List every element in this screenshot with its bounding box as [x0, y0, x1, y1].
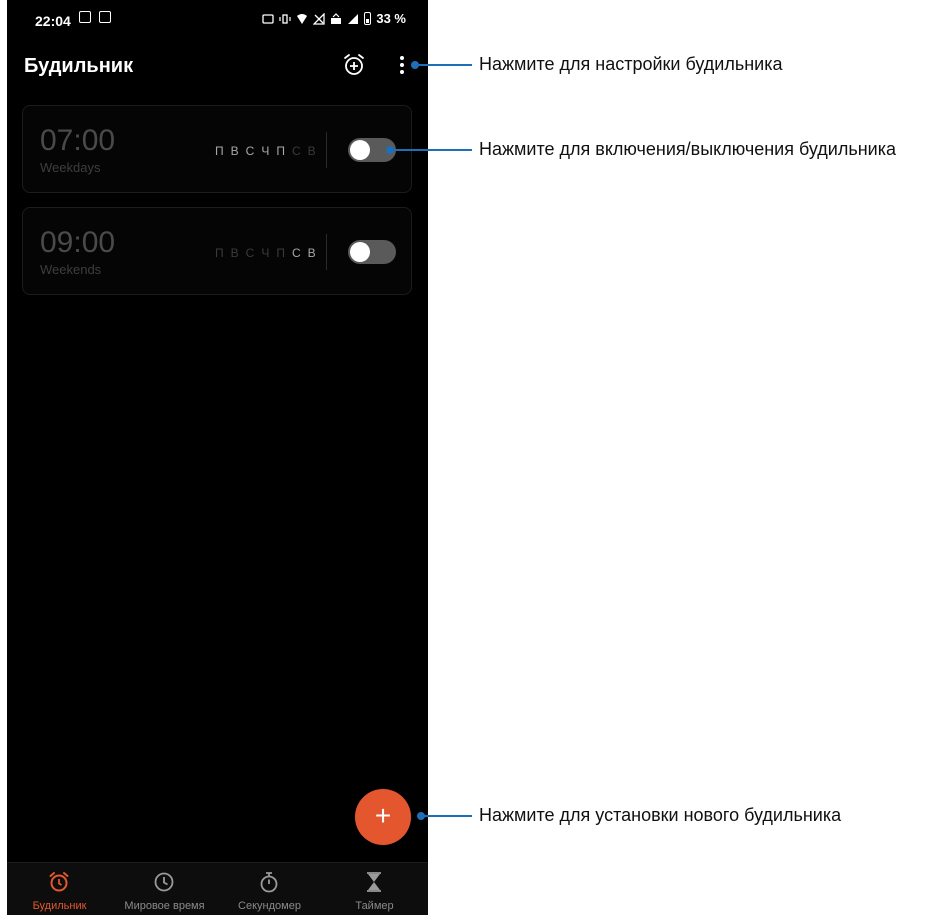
alarm-time: 07:00: [40, 124, 116, 157]
day-fri: П: [276, 144, 285, 158]
hourglass-icon: [367, 872, 381, 892]
tab-timer[interactable]: Таймер: [322, 863, 427, 915]
tab-label: Будильник: [32, 900, 87, 912]
screenshot-notification-icon: [79, 11, 91, 23]
battery-percent: 33 %: [376, 11, 406, 26]
tab-label: Мировое время: [124, 900, 205, 912]
day-thu: Ч: [261, 246, 270, 260]
image-notification-icon: [99, 11, 111, 23]
lte-icon: [331, 12, 342, 24]
page-title: Будильник: [24, 55, 134, 77]
day-mon: П: [215, 144, 224, 158]
status-bar: 22:04 33 %: [7, 0, 428, 38]
day-sun: В: [307, 144, 316, 158]
day-sat: С: [291, 144, 301, 158]
day-thu: Ч: [261, 144, 270, 158]
day-wed: С: [245, 144, 255, 158]
signal-off-icon: [313, 12, 326, 25]
vibrate-icon: [279, 13, 291, 24]
add-alarm-icon[interactable]: [341, 52, 367, 78]
more-options-icon[interactable]: [396, 53, 408, 77]
alarm-icon: [49, 872, 69, 892]
callout-line: [392, 149, 472, 151]
alarm-time: 09:00: [40, 226, 116, 259]
callout-new-alarm: Нажмите для установки нового будильника: [479, 805, 842, 825]
day-tue: В: [230, 246, 239, 260]
add-alarm-button[interactable]: +: [355, 789, 411, 845]
cellular-signal-icon: [348, 13, 359, 24]
tab-label: Секундомер: [238, 900, 301, 912]
divider: [326, 234, 327, 270]
callout-toggle: Нажмите для включения/выключения будильн…: [479, 139, 897, 159]
alarm-label: Weekdays: [40, 160, 101, 175]
stopwatch-icon: [260, 872, 278, 893]
nfc-icon: [262, 13, 275, 24]
battery-icon: [364, 12, 372, 25]
tab-alarm[interactable]: Будильник: [7, 863, 112, 915]
wifi-icon: [297, 13, 308, 24]
alarm-label: Weekends: [40, 262, 102, 277]
alarm-card[interactable]: 07:00 Weekdays П В С Ч П С В: [22, 105, 412, 193]
alarm-card[interactable]: 09:00 Weekends П В С Ч П С В: [22, 207, 412, 295]
alarm-days: П В С Ч П С В: [215, 144, 316, 158]
tab-world-clock[interactable]: Мировое время: [112, 863, 217, 915]
phone-screen: 22:04 33 % Будильник 07:00 Weekdays П В …: [7, 0, 428, 915]
day-sun: В: [307, 246, 316, 260]
day-sat: С: [291, 246, 301, 260]
day-tue: В: [230, 144, 239, 158]
alarm-toggle[interactable]: [348, 240, 396, 264]
clock-icon: [154, 872, 174, 892]
day-mon: П: [215, 246, 224, 260]
callout-line: [416, 64, 472, 66]
bottom-navigation: Будильник Мировое время Секундомер Тайме…: [7, 862, 428, 915]
tab-stopwatch[interactable]: Секундомер: [217, 863, 322, 915]
tab-label: Таймер: [355, 900, 394, 912]
alarm-days: П В С Ч П С В: [215, 246, 316, 260]
divider: [326, 132, 327, 168]
day-fri: П: [276, 246, 285, 260]
day-wed: С: [245, 246, 255, 260]
callout-settings: Нажмите для настройки будильника: [479, 54, 783, 74]
status-time: 22:04: [35, 13, 71, 29]
callout-line: [422, 815, 472, 817]
